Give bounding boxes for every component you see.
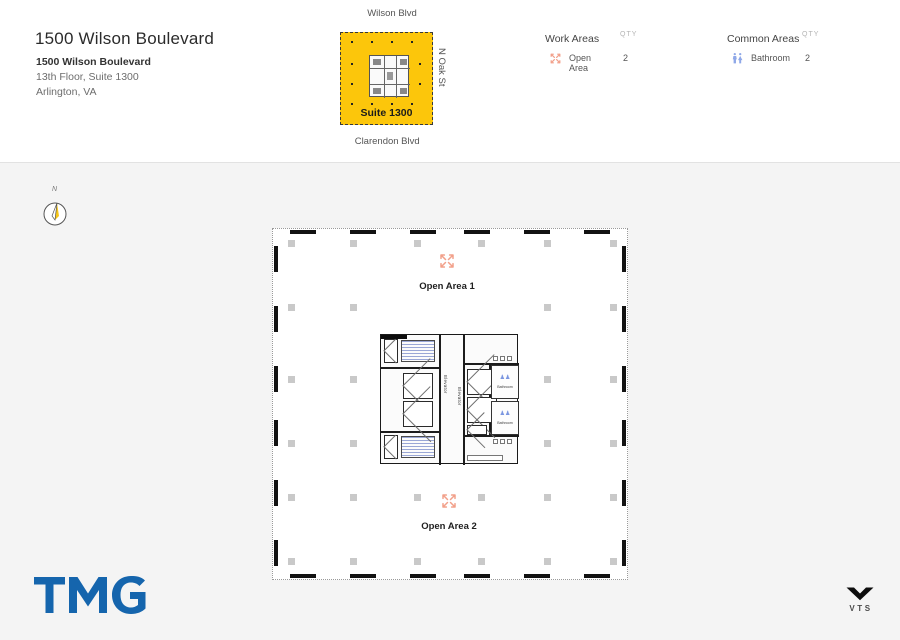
keymap-suite-label: Suite 1300 [360,107,413,119]
bathroom-label-2: Bathroom [497,421,513,425]
legend-work-areas-title: Work Areas [545,33,600,45]
keymap-suite-block: Suite 1300 [340,32,433,125]
expand-arrows-icon [438,252,456,270]
page-title: 1500 Wilson Boulevard [35,29,215,48]
vts-logo: VTS [841,586,879,626]
bathroom-label-1: Bathroom [497,385,513,389]
open-area-1-label: Open Area 1 [419,281,475,292]
keymap-core-diagram [369,55,410,98]
vts-logo-text: VTS [849,604,873,613]
compass-icon [43,202,67,226]
keymap-street-south: Clarendon Blvd [354,136,420,147]
address-floor-suite: 13th Floor, Suite 1300 [36,71,139,83]
elevator-label-left: Elevator [443,375,448,394]
legend-item-open-area-qty: 2 [623,53,629,63]
page-header: 1500 Wilson Boulevard 1500 Wilson Boulev… [0,0,900,163]
legend-item-open-area-label: Open Area [569,53,592,73]
open-area-2-marker[interactable]: Open Area 2 [389,492,509,534]
open-area-2-label: Open Area 2 [421,521,477,532]
legend-common-areas: Common Areas QTY Bathroom 2 [727,29,818,68]
compass-rose: N [38,186,72,230]
bathroom-room-2: ♟♟ Bathroom [491,401,519,435]
restroom-icon [731,52,744,65]
bathroom-room-1: ♟♟ Bathroom [491,365,519,399]
legend-item-bathroom-label: Bathroom [751,53,791,63]
legend-work-areas: Work Areas QTY Open Area 2 [545,29,636,73]
legend-qty-header-work: QTY [620,31,638,38]
legend-item-bathroom-qty: 2 [805,53,811,63]
keymap-street-east: N Oak St [436,48,447,87]
restroom-icon: ♟♟ [499,411,511,417]
building-core: Elevator Elevator ♟♟ Bathroom ♟♟ Bathroo… [380,334,519,465]
compass-north-label: N [52,186,58,193]
tmg-logo-mark [34,576,146,614]
open-area-1-marker[interactable]: Open Area 1 [387,252,507,294]
vts-logo-mark [846,587,874,601]
floor-plan[interactable]: Elevator Elevator ♟♟ Bathroom ♟♟ Bathroo… [272,228,628,580]
tmg-logo [33,573,149,617]
keymap-street-north: Wilson Blvd [367,8,417,19]
restroom-icon: ♟♟ [499,375,511,381]
address-city-state: Arlington, VA [36,86,97,98]
expand-arrows-icon [440,492,458,510]
elevator-label-right: Elevator [457,387,462,406]
legend-common-areas-title: Common Areas [727,33,800,45]
legend-item-open-area: Open Area 2 [545,52,628,73]
legend-qty-header-common: QTY [802,31,820,38]
address-building-name: 1500 Wilson Boulevard [36,56,151,68]
address-block: 1500 Wilson Boulevard 13th Floor, Suite … [36,55,151,100]
floor-plan-page: 1500 Wilson Boulevard 1500 Wilson Boulev… [0,0,900,640]
legend-item-bathroom: Bathroom 2 [727,52,810,68]
key-map: Wilson Blvd Clarendon Blvd N Oak St Suit… [332,8,452,153]
expand-arrows-icon [549,52,562,65]
